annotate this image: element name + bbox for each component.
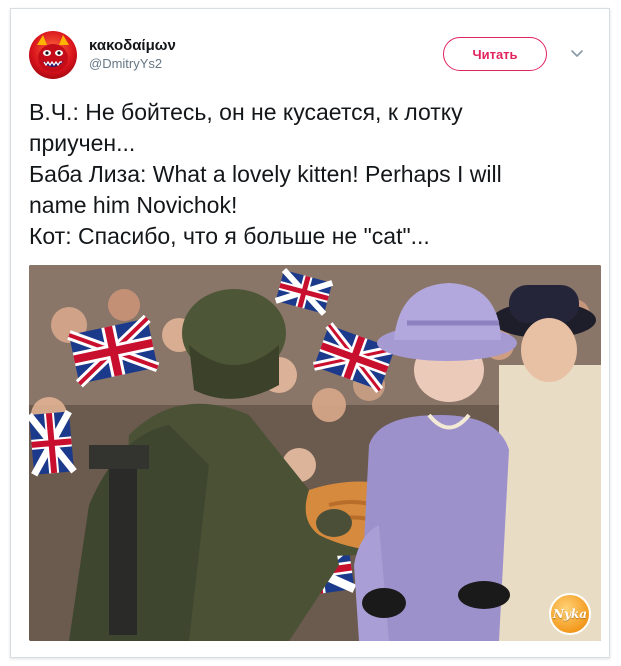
red-demon-avatar-icon [37,35,69,72]
author-handle[interactable]: @DmitryYs2 [89,55,176,73]
tweet-text-line: name him Novichok! [29,192,238,218]
avatar[interactable] [29,31,77,79]
tweet-photo[interactable]: Nyka [29,265,601,641]
author-display-name[interactable]: κακοδαίμων [89,37,176,55]
tweet-text-line: Кот: Спасибо, что я больше не "cat"... [29,223,430,249]
tweet-text-line: приучен... [29,130,136,156]
chevron-down-icon[interactable] [569,45,585,61]
follow-button[interactable]: Читать [443,37,547,71]
tweet-header: κακοδαίμων @DmitryYs2 Читать [29,31,591,81]
tweet-text-line: В.Ч.: Не бойтесь, он не кусается, к лотк… [29,99,463,125]
tweet-text: В.Ч.: Не бойтесь, он не кусается, к лотк… [29,97,599,252]
tweet-text-line: Баба Лиза: What a lovely kitten! Perhaps… [29,161,502,187]
photo-scene [29,265,601,641]
tweet-card: κακοδαίμων @DmitryYs2 Читать В.Ч.: Не бо… [10,8,610,658]
author-block: κακοδαίμων @DmitryYs2 [89,37,176,73]
nyka-watermark: Nyka [549,593,591,635]
